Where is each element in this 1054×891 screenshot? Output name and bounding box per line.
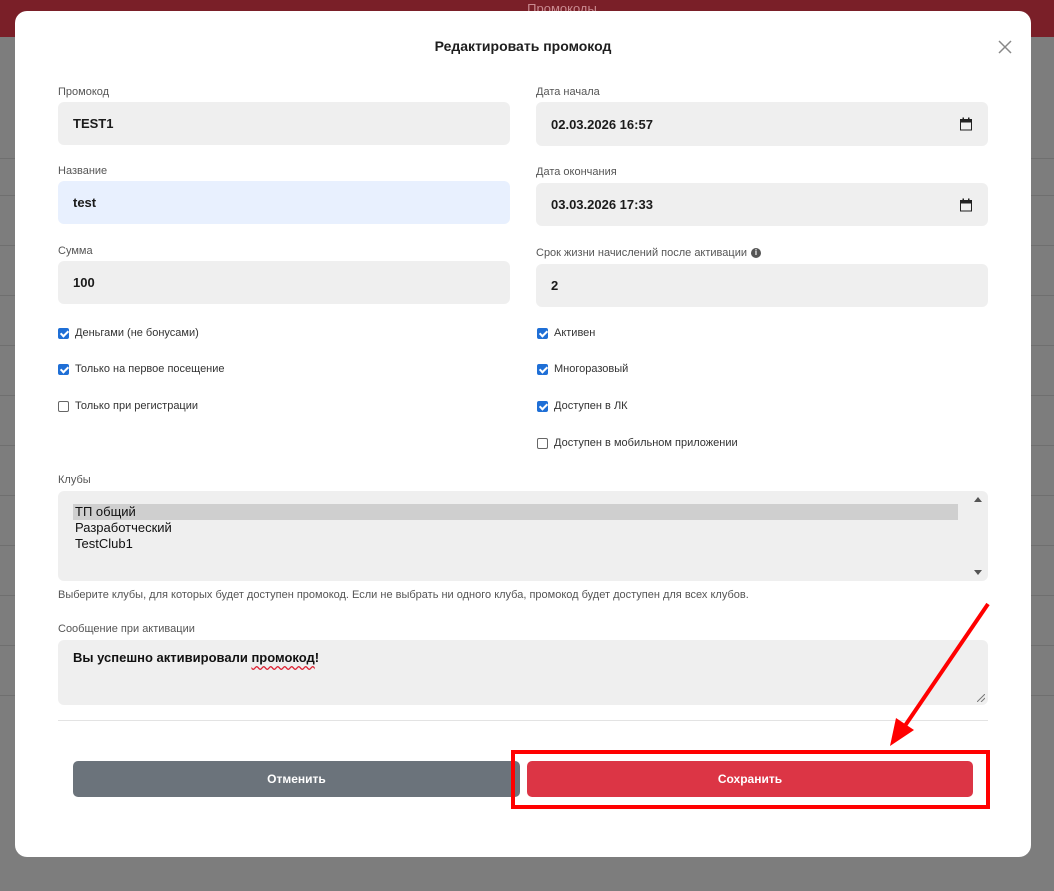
checkbox-box[interactable] [537, 363, 548, 375]
clubs-multiselect[interactable]: ТП общий Разработческий TestClub1 [58, 491, 988, 581]
checkbox-first-visit[interactable]: Только на первое посещение [58, 363, 225, 375]
checkbox-mobile-app[interactable]: Доступен в мобильном приложении [537, 437, 738, 449]
club-option[interactable]: ТП общий [73, 504, 958, 520]
checkbox-label: Деньгами (не бонусами) [75, 327, 199, 339]
name-input[interactable]: test [58, 181, 510, 224]
promocode-value: TEST1 [73, 116, 114, 131]
spellcheck-word: промокод [251, 650, 315, 665]
lifetime-label-text: Срок жизни начислений после активации [536, 247, 747, 259]
amount-input[interactable]: 100 [58, 261, 510, 304]
amount-label: Сумма [58, 245, 93, 257]
promocode-input[interactable]: TEST1 [58, 102, 510, 145]
checkbox-registration-only[interactable]: Только при регистрации [58, 400, 198, 412]
amount-value: 100 [73, 275, 95, 290]
resize-handle-icon[interactable] [977, 694, 985, 702]
modal-title: Редактировать промокод [434, 38, 612, 54]
edit-promocode-modal: Редактировать промокод Промокод TEST1 На… [15, 11, 1031, 857]
checkbox-reusable[interactable]: Многоразовый [537, 363, 628, 375]
start-date-input[interactable]: 02.03.2026 16:57 [536, 102, 988, 146]
end-date-input[interactable]: 03.03.2026 17:33 [536, 183, 988, 226]
close-icon[interactable] [997, 39, 1013, 55]
end-date-value: 03.03.2026 17:33 [551, 197, 653, 212]
scroll-down-arrow-icon[interactable] [974, 570, 982, 575]
checkbox-label: Доступен в мобильном приложении [554, 437, 738, 449]
checkbox-label: Доступен в ЛК [554, 400, 628, 412]
scroll-up-arrow-icon[interactable] [974, 497, 982, 502]
activation-message-textarea[interactable]: Вы успешно активировали промокод! [58, 640, 988, 705]
end-date-label: Дата окончания [536, 166, 617, 178]
start-date-value: 02.03.2026 16:57 [551, 116, 653, 132]
calendar-icon[interactable] [960, 198, 972, 211]
calendar-icon[interactable] [960, 117, 972, 131]
clubs-hint: Выберите клубы, для которых будет доступ… [58, 589, 749, 601]
name-label: Название [58, 165, 108, 177]
checkbox-label: Только при регистрации [75, 400, 199, 412]
start-date-label: Дата начала [536, 86, 600, 98]
name-value: test [73, 195, 97, 210]
checkbox-box[interactable] [537, 437, 548, 449]
checkbox-active[interactable]: Активен [537, 327, 595, 339]
activation-message-label: Сообщение при активации [58, 623, 195, 635]
checkbox-box[interactable] [58, 400, 69, 412]
clubs-label: Клубы [58, 474, 91, 486]
checkbox-lk[interactable]: Доступен в ЛК [537, 400, 628, 412]
checkbox-money[interactable]: Деньгами (не бонусами) [58, 327, 199, 339]
checkbox-box[interactable] [537, 327, 548, 339]
save-button[interactable]: Сохранить [527, 761, 973, 797]
cancel-button[interactable]: Отменить [73, 761, 520, 797]
divider [58, 720, 988, 721]
lifetime-input[interactable]: 2 [536, 264, 988, 307]
checkbox-box[interactable] [537, 400, 548, 412]
checkbox-label: Активен [554, 327, 596, 339]
checkbox-label: Только на первое посещение [75, 363, 225, 375]
club-option[interactable]: Разработческий [58, 520, 988, 536]
checkbox-box[interactable] [58, 327, 69, 339]
info-icon[interactable]: i [750, 248, 761, 259]
promocode-label: Промокод [58, 86, 110, 98]
activation-message-text: Вы успешно активировали [73, 650, 252, 665]
lifetime-value: 2 [551, 278, 559, 293]
activation-message-end: ! [314, 650, 320, 665]
checkbox-label: Многоразовый [554, 363, 629, 375]
lifetime-label: Срок жизни начислений после активации i [536, 247, 761, 259]
checkbox-box[interactable] [58, 363, 69, 375]
club-option[interactable]: TestClub1 [58, 536, 988, 552]
